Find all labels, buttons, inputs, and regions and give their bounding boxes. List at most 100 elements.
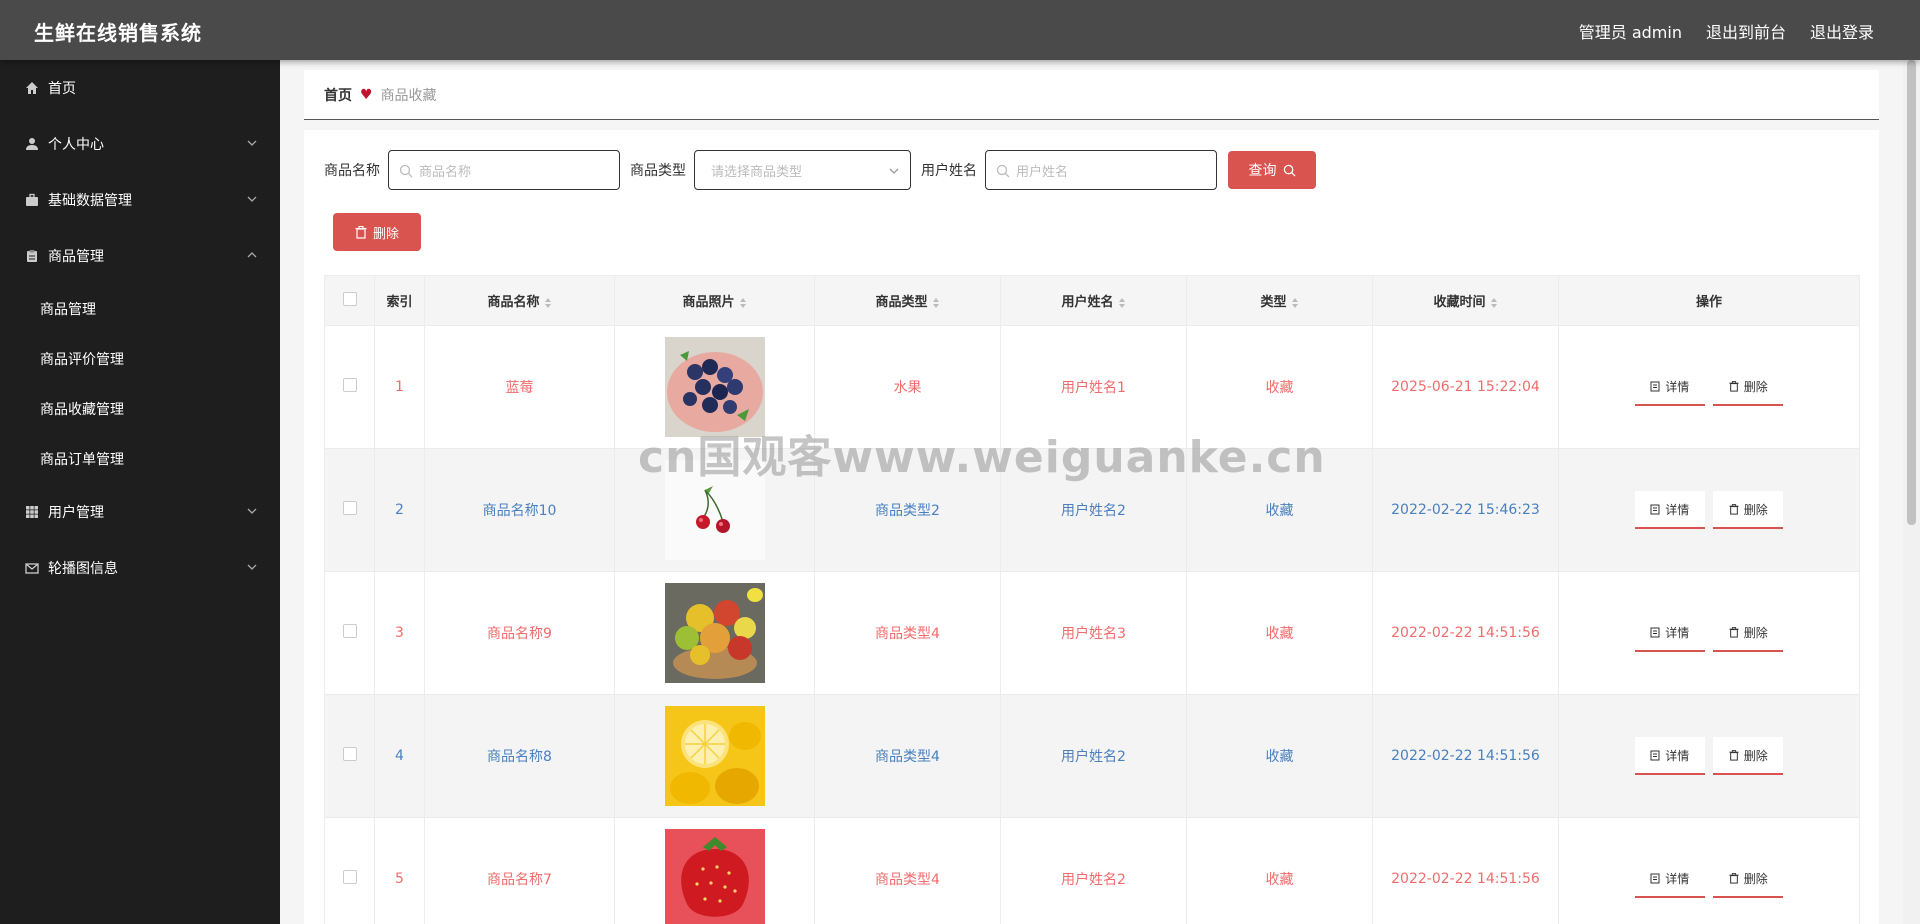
- search-icon: [1283, 164, 1296, 177]
- col-header-goods-photo[interactable]: 商品照片: [614, 275, 815, 326]
- delete-button[interactable]: 删除: [1713, 614, 1784, 652]
- cell-goods-type: 商品类型4: [814, 817, 1001, 924]
- sidebar-item-carousel[interactable]: 轮播图信息: [0, 540, 280, 596]
- cell-goods-photo: [614, 694, 815, 818]
- sidebar-item-personal-center[interactable]: 个人中心: [0, 116, 280, 172]
- detail-button-label: 详情: [1665, 748, 1690, 763]
- document-icon: [1650, 627, 1660, 637]
- mixed-fruit-photo[interactable]: [664, 583, 765, 683]
- row-checkbox[interactable]: [342, 870, 357, 884]
- cell-goods-name: 商品名称7: [424, 817, 615, 924]
- detail-button-label: 详情: [1665, 502, 1690, 517]
- exit-to-front-link[interactable]: 退出到前台: [1706, 19, 1786, 43]
- goods-name-label: 商品名称: [324, 163, 380, 179]
- sidebar-subitem-goods-favorite[interactable]: 商品收藏管理: [0, 384, 280, 434]
- sidebar-item-home[interactable]: 首页: [0, 60, 280, 116]
- sidebar-subitem-goods-manage[interactable]: 商品管理: [0, 284, 280, 334]
- delete-button[interactable]: 删除: [1713, 737, 1784, 775]
- lemon-photo[interactable]: [664, 706, 765, 806]
- table-header-row: 索引 商品名称 商品照片 商品类型 用户姓名 类型 收藏时间 操作: [324, 275, 1860, 326]
- user-name-label: 用户姓名: [921, 163, 977, 179]
- sidebar-item-goods[interactable]: 商品管理: [0, 228, 280, 284]
- trash-icon: [1729, 626, 1739, 638]
- cell-goods-type: 商品类型2: [814, 448, 1001, 572]
- detail-button[interactable]: 详情: [1634, 614, 1705, 652]
- cell-kind: 收藏: [1186, 325, 1373, 449]
- query-button[interactable]: 查询: [1228, 151, 1316, 189]
- goods-name-input[interactable]: 商品名称: [388, 150, 620, 190]
- batch-delete-label: 删除: [372, 226, 399, 242]
- delete-button-label: 删除: [1743, 379, 1768, 394]
- delete-button[interactable]: 删除: [1713, 860, 1784, 898]
- select-all-checkbox[interactable]: [342, 291, 357, 306]
- sidebar-item-label: 首页: [48, 81, 76, 97]
- sort-icon: [1118, 297, 1125, 308]
- row-select-cell: [324, 694, 375, 818]
- table-row: 4 商品名称8 商品类型4 用户姓名2 收藏 2022-02-22 14:51:…: [324, 694, 1860, 818]
- sort-icon: [1291, 297, 1298, 308]
- cell-kind: 收藏: [1186, 694, 1373, 818]
- briefcase-icon: [24, 192, 40, 208]
- trash-icon: [1729, 503, 1739, 515]
- cell-user-name: 用户姓名3: [1000, 571, 1187, 695]
- breadcrumb-home[interactable]: 首页: [324, 85, 352, 105]
- document-icon: [1650, 873, 1660, 883]
- favorites-table: 索引 商品名称 商品照片 商品类型 用户姓名 类型 收藏时间 操作 1 蓝莓 水…: [324, 275, 1860, 924]
- detail-button[interactable]: 详情: [1634, 368, 1705, 406]
- cell-index: 1: [374, 325, 425, 449]
- trash-icon: [355, 225, 367, 239]
- blueberry-photo[interactable]: [664, 337, 765, 437]
- row-checkbox[interactable]: [342, 624, 357, 638]
- col-header-kind[interactable]: 类型: [1186, 275, 1373, 326]
- detail-button[interactable]: 详情: [1634, 860, 1705, 898]
- sidebar-item-base-data[interactable]: 基础数据管理: [0, 172, 280, 228]
- clipboard-icon: [24, 248, 40, 264]
- user-name-input[interactable]: 用户姓名: [985, 150, 1217, 190]
- sort-icon: [1490, 297, 1497, 308]
- document-icon: [1650, 504, 1660, 514]
- cell-index: 4: [374, 694, 425, 818]
- page-scrollbar[interactable]: [1903, 60, 1920, 924]
- cell-actions: 详情 删除: [1558, 325, 1860, 449]
- detail-button[interactable]: 详情: [1634, 737, 1705, 775]
- col-header-goods-type[interactable]: 商品类型: [814, 275, 1001, 326]
- strawberry-photo[interactable]: [664, 829, 765, 924]
- sidebar-item-users[interactable]: 用户管理: [0, 484, 280, 540]
- row-select-cell: [324, 448, 375, 572]
- table-row: 3 商品名称9 商品类型4 用户姓名3 收藏 2022-02-22 14:51:…: [324, 571, 1860, 695]
- delete-button[interactable]: 删除: [1713, 368, 1784, 406]
- sidebar-item-label: 轮播图信息: [48, 561, 118, 577]
- goods-type-placeholder: 请选择商品类型: [711, 164, 803, 180]
- col-header-actions: 操作: [1558, 275, 1860, 326]
- col-header-favorite-time[interactable]: 收藏时间: [1372, 275, 1559, 326]
- user-name-placeholder: 用户姓名: [1016, 164, 1069, 180]
- cherry-photo[interactable]: [664, 460, 765, 560]
- goods-name-placeholder: 商品名称: [419, 164, 472, 180]
- scrollbar-thumb[interactable]: [1907, 60, 1916, 525]
- sidebar-subitem-goods-order[interactable]: 商品订单管理: [0, 434, 280, 484]
- heart-icon: ♥: [360, 86, 373, 103]
- col-header-label: 商品名称: [487, 295, 540, 310]
- cell-user-name: 用户姓名2: [1000, 817, 1187, 924]
- row-checkbox[interactable]: [342, 501, 357, 515]
- document-icon: [1650, 750, 1660, 760]
- breadcrumb: 首页 ♥ 商品收藏: [304, 70, 1879, 120]
- chevron-up-icon: [247, 252, 257, 258]
- goods-type-select[interactable]: 请选择商品类型: [694, 150, 911, 190]
- row-checkbox[interactable]: [342, 747, 357, 761]
- batch-delete-button[interactable]: 删除: [333, 213, 421, 251]
- col-header-user-name[interactable]: 用户姓名: [1000, 275, 1187, 326]
- table-row: 2 商品名称10 商品类型2 用户姓名2 收藏 2022-02-22 15:46…: [324, 448, 1860, 572]
- sidebar-subitem-goods-review[interactable]: 商品评价管理: [0, 334, 280, 384]
- col-header-goods-name[interactable]: 商品名称: [424, 275, 615, 326]
- delete-button[interactable]: 删除: [1713, 491, 1784, 529]
- admin-user-label[interactable]: 管理员 admin: [1579, 19, 1682, 43]
- cell-user-name: 用户姓名2: [1000, 694, 1187, 818]
- detail-button[interactable]: 详情: [1634, 491, 1705, 529]
- sort-icon: [544, 297, 551, 308]
- sort-icon: [739, 297, 746, 308]
- cell-actions: 详情 删除: [1558, 817, 1860, 924]
- cell-goods-type: 水果: [814, 325, 1001, 449]
- row-checkbox[interactable]: [342, 378, 357, 392]
- logout-link[interactable]: 退出登录: [1810, 19, 1874, 43]
